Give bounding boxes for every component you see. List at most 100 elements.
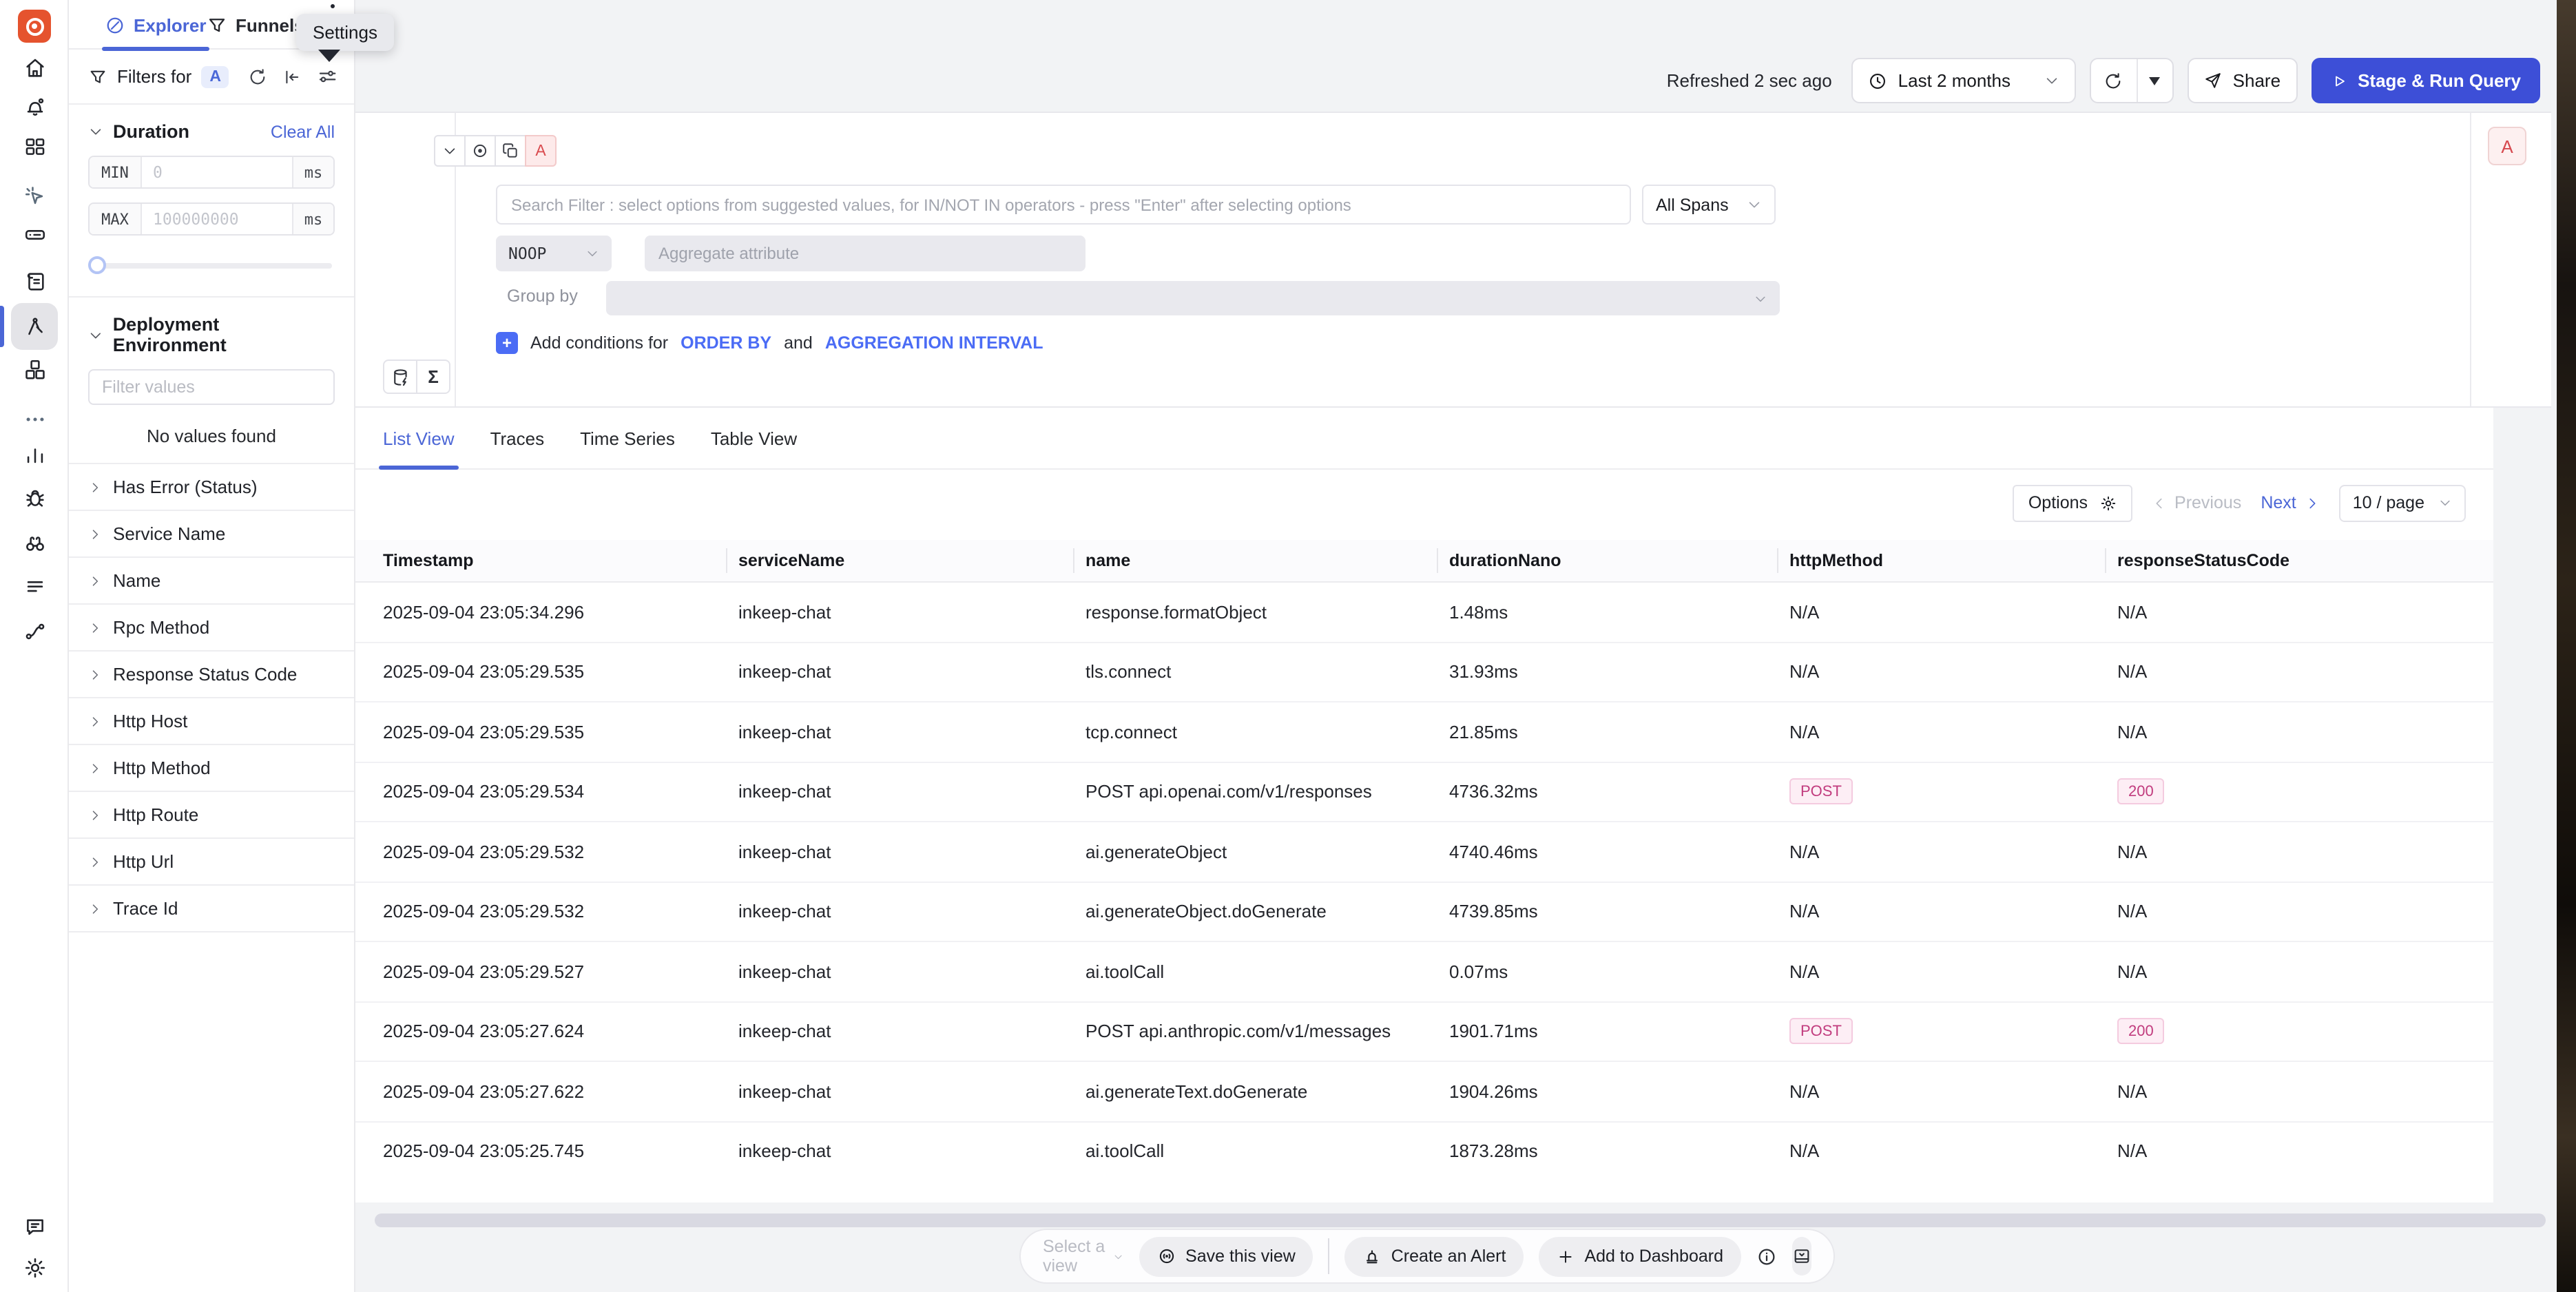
attribute-filter-row[interactable]: Service Name [69, 511, 354, 558]
aggregate-attribute-input: Aggregate attribute [645, 236, 1086, 271]
query-name-badge[interactable]: A [525, 135, 557, 167]
next-page-button[interactable]: Next [2261, 493, 2319, 512]
table-row[interactable]: 2025-09-04 23:05:29.532 inkeep-chat ai.g… [355, 821, 2493, 881]
cell-response-status: N/A [2117, 662, 2493, 683]
tab-list-view[interactable]: List View [383, 408, 455, 468]
tab-traces[interactable]: Traces [490, 408, 545, 468]
sidebar-item-session-recording[interactable] [0, 176, 69, 215]
query-collapse-button[interactable] [434, 135, 466, 167]
collapse-panel-icon[interactable] [282, 67, 302, 86]
table-row[interactable]: 2025-09-04 23:05:29.532 inkeep-chat ai.g… [355, 881, 2493, 941]
table-row[interactable]: 2025-09-04 23:05:29.535 inkeep-chat tcp.… [355, 701, 2493, 761]
save-view-button[interactable]: Save this view [1139, 1236, 1313, 1276]
max-input[interactable]: 100000000 [142, 204, 292, 234]
export-button[interactable] [1792, 1237, 1811, 1275]
sidebar-item-routes[interactable] [0, 612, 69, 650]
aggregation-interval-link[interactable]: AGGREGATION INTERVAL [825, 333, 1043, 353]
select-view-dropdown[interactable]: Select a view [1043, 1237, 1123, 1275]
attribute-filter-row[interactable]: Http Host [69, 698, 354, 745]
sync-filters-icon[interactable] [248, 67, 267, 86]
attribute-filter-row[interactable]: Http Url [69, 839, 354, 886]
query-disable-button[interactable] [464, 135, 496, 167]
alert-siren-icon [1362, 1247, 1382, 1266]
stage-run-query-button[interactable]: Stage & Run Query [2311, 58, 2540, 103]
refresh-options-button[interactable] [2137, 59, 2172, 102]
sidebar-item-settings[interactable] [0, 1248, 69, 1286]
sidebar-item-feedback[interactable] [0, 1207, 69, 1245]
col-duration[interactable]: durationNano [1449, 540, 1789, 581]
refresh-button[interactable] [2091, 59, 2137, 102]
col-name[interactable]: name [1086, 540, 1449, 581]
attribute-filter-row[interactable]: Name [69, 558, 354, 605]
sidebar-item-exceptions[interactable] [0, 478, 69, 517]
aggregate-operator-select[interactable]: NOOP [496, 236, 612, 271]
sidebar-item-home[interactable] [0, 48, 69, 87]
table-row[interactable]: 2025-09-04 23:05:25.745 inkeep-chat ai.t… [355, 1121, 2493, 1180]
table-row[interactable]: 2025-09-04 23:05:29.534 inkeep-chat POST… [355, 761, 2493, 821]
attribute-filter-row[interactable]: Http Route [69, 792, 354, 839]
sidebar-item-infrastructure[interactable] [0, 215, 69, 253]
cell-service: inkeep-chat [738, 842, 1086, 862]
col-service-name[interactable]: serviceName [738, 540, 1086, 581]
attribute-filter-list: Has Error (Status) Service Name Name Rpc… [69, 464, 354, 932]
attribute-filter-row[interactable]: Trace Id [69, 886, 354, 932]
add-conditions-text: Add conditions for [530, 333, 668, 353]
sidebar-item-services[interactable] [0, 350, 69, 388]
tab-funnels[interactable]: Funnels [207, 0, 304, 50]
cell-timestamp: 2025-09-04 23:05:34.296 [383, 602, 738, 623]
col-response-status[interactable]: responseStatusCode [2117, 540, 2493, 581]
tab-table-view[interactable]: Table View [711, 408, 797, 468]
duration-slider-track[interactable] [91, 263, 332, 269]
deployment-filter-input[interactable] [88, 369, 335, 405]
formula-button[interactable]: Σ [416, 360, 450, 394]
table-row[interactable]: 2025-09-04 23:05:29.535 inkeep-chat tls.… [355, 641, 2493, 701]
query-copy-button[interactable] [495, 135, 526, 167]
options-label: Options [2028, 493, 2088, 512]
sidebar-item-more[interactable] [0, 399, 69, 438]
order-by-link[interactable]: ORDER BY [681, 333, 771, 353]
span-scope-select[interactable]: All Spans [1642, 185, 1776, 225]
col-http-method[interactable]: httpMethod [1789, 540, 2117, 581]
sidebar-item-alerts[interactable] [0, 87, 69, 125]
table-row[interactable]: 2025-09-04 23:05:34.296 inkeep-chat resp… [355, 581, 2493, 641]
table-row[interactable]: 2025-09-04 23:05:27.622 inkeep-chat ai.g… [355, 1061, 2493, 1121]
add-conditions-button[interactable]: + [496, 332, 518, 354]
sidebar-item-explorer-search[interactable] [0, 523, 69, 562]
chevron-down-icon[interactable] [88, 327, 103, 342]
attribute-filter-row[interactable]: Http Method [69, 745, 354, 792]
search-filter-input[interactable] [496, 185, 1631, 225]
cell-response-status: N/A [2117, 722, 2493, 742]
query-builder-button[interactable] [383, 360, 417, 394]
time-range-select[interactable]: Last 2 months [1851, 58, 2076, 103]
duration-slider-handle[interactable] [88, 256, 106, 274]
col-timestamp[interactable]: Timestamp [383, 540, 738, 581]
table-row[interactable]: 2025-09-04 23:05:29.527 inkeep-chat ai.t… [355, 941, 2493, 1001]
sidebar-item-metrics[interactable] [0, 435, 69, 474]
options-button[interactable]: Options [2013, 484, 2132, 521]
sidebar-item-views[interactable] [0, 566, 69, 605]
sidebar-item-logs[interactable] [0, 262, 69, 300]
table-row[interactable]: 2025-09-04 23:05:27.624 inkeep-chat POST… [355, 1001, 2493, 1061]
query-panel-badge[interactable]: A [2488, 127, 2526, 165]
signoz-logo[interactable] [18, 10, 51, 43]
create-alert-button[interactable]: Create an Alert [1344, 1236, 1524, 1276]
sidebar-item-dashboards[interactable] [0, 127, 69, 165]
status-code-value: N/A [2117, 842, 2147, 862]
attribute-filter-row[interactable]: Has Error (Status) [69, 464, 354, 511]
query-chip-a[interactable]: A [201, 65, 229, 87]
horizontal-scrollbar[interactable] [375, 1213, 2546, 1227]
chevron-down-icon[interactable] [88, 124, 103, 139]
share-button[interactable]: Share [2188, 58, 2297, 103]
attribute-filter-row[interactable]: Rpc Method [69, 605, 354, 652]
sidebar-item-traces-active[interactable] [11, 303, 58, 350]
tab-time-series[interactable]: Time Series [580, 408, 675, 468]
tab-explorer[interactable]: Explorer [105, 0, 207, 50]
page-size-select[interactable]: 10 / page [2339, 484, 2466, 521]
add-to-dashboard-button[interactable]: Add to Dashboard [1539, 1236, 1741, 1276]
clear-all-link[interactable]: Clear All [271, 122, 335, 141]
filter-settings-sliders-icon[interactable] [317, 66, 337, 87]
min-input[interactable]: 0 [142, 157, 292, 187]
list-lines-icon [23, 574, 46, 597]
attribute-filter-row[interactable]: Response Status Code [69, 652, 354, 698]
info-button[interactable] [1756, 1246, 1777, 1267]
